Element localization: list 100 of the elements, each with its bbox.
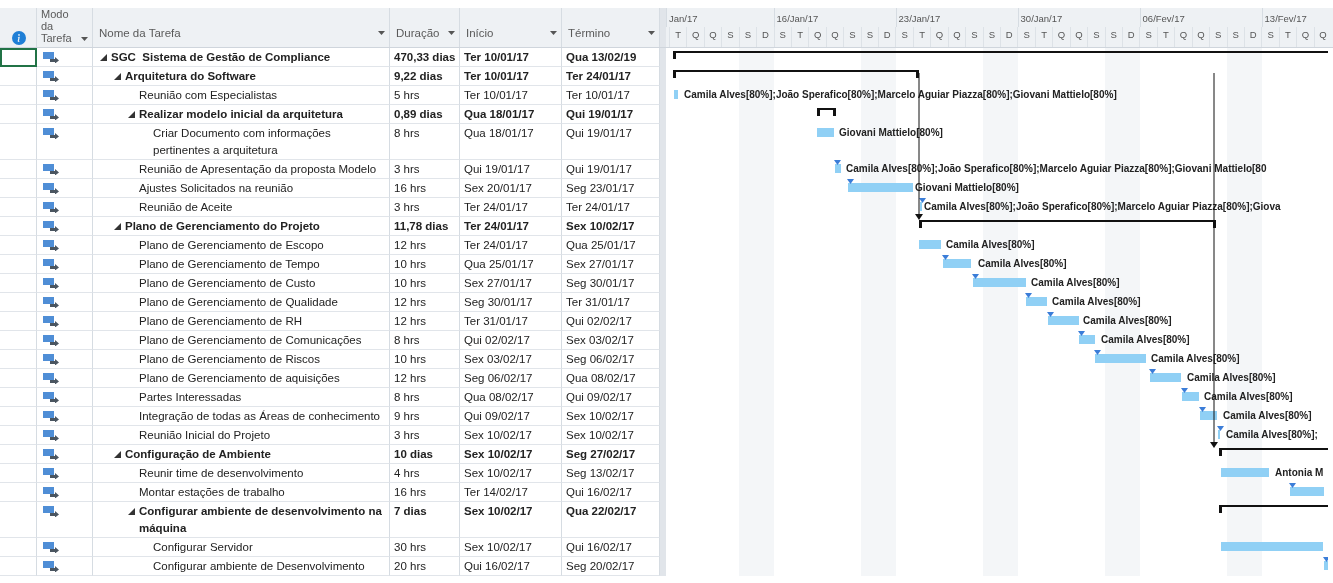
column-header[interactable]: Nome da Tarefa [93, 8, 390, 47]
finish-date-cell: Sex 10/02/17 [562, 407, 660, 426]
duration-cell: 0,89 dias [390, 105, 460, 124]
collapse-icon[interactable] [114, 223, 121, 230]
row-indicator-cell[interactable] [0, 557, 37, 576]
start-date-cell: Ter 14/02/17 [460, 483, 562, 502]
task-bar [674, 90, 678, 99]
row-indicator-cell[interactable] [0, 255, 37, 274]
finish-date-cell: Qui 16/02/17 [562, 538, 660, 557]
week-label: 30/Jan/17 [1017, 8, 1140, 27]
row-indicator-cell[interactable] [0, 312, 37, 331]
collapse-icon[interactable] [100, 54, 107, 61]
day-label: D [1243, 27, 1262, 47]
task-mode-icon [43, 296, 59, 308]
collapse-icon[interactable] [128, 508, 135, 515]
link-arrow-icon [1149, 369, 1156, 374]
row-indicator-cell[interactable] [0, 331, 37, 350]
task-mode-icon [43, 127, 59, 139]
collapse-icon[interactable] [114, 73, 121, 80]
task-mode-icon [43, 201, 59, 213]
link-arrow-icon [1025, 293, 1032, 298]
row-indicator-cell[interactable] [0, 445, 37, 464]
row-indicator-cell[interactable] [0, 369, 37, 388]
task-name: Plano de Gerenciamento de Comunicações [139, 333, 362, 348]
row-indicator-cell[interactable] [0, 388, 37, 407]
resource-label: Camila Alves[80%];João Sperafico[80%];Marcelo Aguiar Piazza[80%];Giova [924, 200, 1281, 213]
row-indicator-cell[interactable] [0, 179, 37, 198]
start-date-cell: Qui 16/02/17 [460, 557, 562, 576]
start-date-cell: Qui 02/02/17 [460, 331, 562, 350]
link-arrow-icon [942, 255, 949, 260]
row-indicator-cell[interactable] [0, 67, 37, 86]
task-bar [1079, 335, 1095, 344]
task-name: Reunião com Especialistas [139, 88, 278, 103]
row-indicator-cell[interactable] [0, 464, 37, 483]
task-mode-icon [43, 372, 59, 384]
day-label: Q [1296, 27, 1314, 47]
column-header[interactable]: Início [460, 8, 562, 47]
finish-date-cell: Qua 13/02/19 [562, 48, 660, 67]
day-label: S [1261, 27, 1279, 47]
task-mode-icon [43, 220, 59, 232]
day-label: D [1121, 27, 1140, 47]
duration-cell: 10 hrs [390, 274, 460, 293]
finish-date-cell: Seg 06/02/17 [562, 350, 660, 369]
duration-cell: 3 hrs [390, 198, 460, 217]
task-name: Plano de Gerenciamento do Projeto [125, 219, 320, 234]
resource-label: Camila Alves[80%] [1052, 295, 1141, 308]
duration-cell: 7 dias [390, 502, 460, 538]
day-label: T [1034, 27, 1053, 47]
dropdown-caret-icon [550, 30, 557, 35]
task-mode-icon [43, 239, 59, 251]
task-bar [943, 259, 971, 268]
row-indicator-cell[interactable] [0, 502, 37, 538]
row-indicator-cell[interactable] [0, 274, 37, 293]
resource-label: Giovani Mattielo[80%] [915, 181, 1019, 194]
start-date-cell: Qua 18/01/17 [460, 105, 562, 124]
row-indicator-cell[interactable] [0, 160, 37, 179]
finish-date-cell: Qua 25/01/17 [562, 236, 660, 255]
row-indicator-cell[interactable] [0, 48, 37, 67]
column-header[interactable]: Modo da Tarefa [37, 8, 93, 47]
start-date-cell: Sex 10/02/17 [460, 445, 562, 464]
row-indicator-cell[interactable] [0, 124, 37, 160]
task-bar [1290, 487, 1324, 496]
row-indicator-cell[interactable] [0, 105, 37, 124]
link-arrow-icon [972, 274, 979, 279]
row-indicator-cell[interactable] [0, 86, 37, 105]
day-label: T [1156, 27, 1175, 47]
duration-cell: 12 hrs [390, 312, 460, 331]
start-date-cell: Ter 31/01/17 [460, 312, 562, 331]
info-icon[interactable] [12, 30, 26, 45]
row-indicator-cell[interactable] [0, 426, 37, 445]
link-arrow-icon [1078, 331, 1085, 336]
task-mode-icon [43, 277, 59, 289]
row-indicator-cell[interactable] [0, 217, 37, 236]
week-label: 16/Jan/17 [773, 8, 896, 27]
start-date-cell: Sex 20/01/17 [460, 179, 562, 198]
day-label: Q [930, 27, 948, 47]
row-indicator-cell[interactable] [0, 350, 37, 369]
day-label: D [756, 27, 774, 47]
task-name: Montar estações de trabalho [139, 485, 285, 500]
task-name: Plano de Gerenciamento de Tempo [139, 257, 320, 272]
row-indicator-cell[interactable] [0, 198, 37, 217]
link-arrow-icon [919, 198, 926, 203]
finish-date-cell: Qui 16/02/17 [562, 483, 660, 502]
task-mode-icon [43, 429, 59, 441]
row-indicator-cell[interactable] [0, 407, 37, 426]
row-indicator-cell[interactable] [0, 293, 37, 312]
column-header[interactable]: Término [562, 8, 660, 47]
dropdown-caret-icon [81, 37, 88, 41]
row-indicator-cell[interactable] [0, 538, 37, 557]
collapse-icon[interactable] [114, 451, 121, 458]
finish-date-cell: Qui 19/01/17 [562, 124, 660, 160]
column-header[interactable]: Duração [390, 8, 460, 47]
duration-cell: 3 hrs [390, 426, 460, 445]
day-label: S [773, 27, 791, 47]
day-label: S [982, 27, 1000, 47]
day-label: S [843, 27, 861, 47]
row-indicator-cell[interactable] [0, 483, 37, 502]
day-label: Q [703, 27, 722, 47]
row-indicator-cell[interactable] [0, 236, 37, 255]
collapse-icon[interactable] [128, 111, 135, 118]
